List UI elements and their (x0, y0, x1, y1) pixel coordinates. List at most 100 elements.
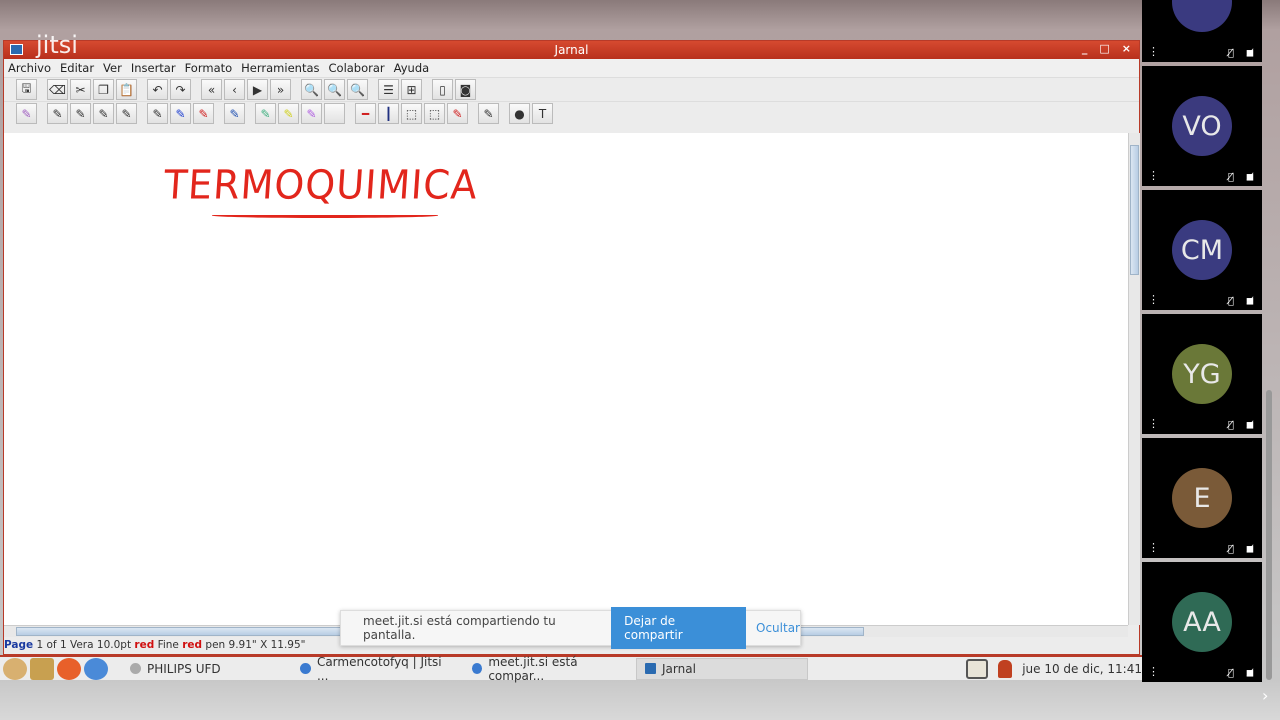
launcher-icon[interactable] (3, 657, 27, 680)
participant-tile[interactable]: AA ⋮ 🎙̸ ◼̸ (1142, 562, 1262, 682)
title-bar: jitsi Jarnal _ □ × (4, 31, 1139, 59)
participant-tile[interactable]: CM ⋮ 🎙̸ ◼̸ (1142, 190, 1262, 310)
pen-thick-icon[interactable]: ✎ (93, 103, 114, 124)
more-options-icon[interactable]: ⋮ (1148, 541, 1159, 554)
stop-sharing-button[interactable]: Dejar de compartir (611, 607, 747, 649)
participant-tile[interactable]: YG ⋮ 🎙̸ ◼̸ (1142, 314, 1262, 434)
pen-heavy-icon[interactable]: ✎ (116, 103, 137, 124)
redo-icon[interactable]: ↷ (170, 79, 191, 100)
camera-off-icon: ◼̸ (1245, 544, 1254, 555)
highlighter-yellow-icon[interactable]: ✎ (278, 103, 299, 124)
save-icon[interactable]: 🖫 (16, 79, 37, 100)
volume-icon[interactable] (998, 659, 1013, 678)
task-philips-ufd[interactable]: PHILIPS UFD (122, 658, 292, 680)
pen-thin-icon[interactable]: ✎ (47, 103, 68, 124)
task-jarnal[interactable]: Jarnal (636, 657, 808, 680)
zoom-in-icon[interactable]: 🔍 (324, 79, 345, 100)
mic-muted-icon: 🎙̸ (1227, 420, 1234, 431)
task-meet-share[interactable]: meet.jit.si está compar... (464, 654, 636, 683)
menu-editar[interactable]: Editar (60, 61, 94, 75)
paste-icon[interactable]: 📋 (116, 79, 137, 100)
minimize-button[interactable]: _ (1082, 42, 1088, 55)
mic-muted-icon: 🎙̸ (1227, 668, 1234, 679)
menu-herramientas[interactable]: Herramientas (241, 61, 319, 75)
more-options-icon[interactable]: ⋮ (1148, 45, 1159, 58)
select-region-icon[interactable]: ⬚ (424, 103, 445, 124)
handwriting-underline (212, 213, 438, 218)
tiles-scrollbar[interactable] (1266, 390, 1272, 680)
next-arrow-icon[interactable]: › (1262, 686, 1268, 705)
pen-medium-icon[interactable]: ✎ (70, 103, 91, 124)
clock[interactable]: jue 10 de dic, 11:41 (1022, 662, 1142, 676)
vertical-scrollbar[interactable] (1128, 133, 1140, 625)
next-page-icon[interactable]: ▶ (247, 79, 268, 100)
zoom-icon[interactable]: 🔍 (301, 79, 322, 100)
maximize-button[interactable]: □ (1099, 42, 1109, 55)
pen-blue-icon[interactable]: ✎ (170, 103, 191, 124)
more-options-icon[interactable]: ⋮ (1148, 293, 1159, 306)
pointer-pen-icon[interactable]: ✎ (447, 103, 468, 124)
copy-icon[interactable]: ❐ (93, 79, 114, 100)
vertical-line-icon[interactable]: ┃ (378, 103, 399, 124)
toolbar-main: 🖫 ⌫ ✂ ❐ 📋 ↶ ↷ «‹ ▶» 🔍 🔍 🔍 ☰ ⊞ ▯ ◙ (4, 77, 1139, 101)
status-color: red (134, 639, 155, 651)
handwriting-text: TERMOQUIMICA (162, 161, 480, 209)
close-button[interactable]: × (1122, 42, 1131, 55)
first-page-icon[interactable]: « (201, 79, 222, 100)
network-icon[interactable] (966, 658, 989, 679)
screen-share-notification: meet.jit.si está compartiendo tu pantall… (340, 607, 801, 649)
notes-app-icon[interactable] (30, 657, 54, 680)
participant-tile[interactable]: E ⋮ 🎙̸ ◼̸ (1142, 438, 1262, 558)
pen-icon[interactable]: ✎ (16, 103, 37, 124)
task-label: meet.jit.si está compar... (488, 654, 578, 683)
participant-tile[interactable]: VO ⋮ 🎙̸ ◼̸ (1142, 66, 1262, 186)
task-label: PHILIPS UFD (147, 661, 221, 676)
background-icon[interactable]: ◙ (455, 79, 476, 100)
horizontal-line-icon[interactable]: ━ (355, 103, 376, 124)
menu-formato[interactable]: Formato (185, 61, 233, 75)
task-label: Carmencotofyq | Jitsi ... (316, 654, 442, 683)
eraser-icon[interactable]: ⌫ (47, 79, 68, 100)
browser-icon (300, 663, 311, 674)
chromium-icon[interactable] (84, 657, 108, 680)
zoom-out-icon[interactable]: 🔍 (347, 79, 368, 100)
more-options-icon[interactable]: ⋮ (1148, 417, 1159, 430)
more-options-icon[interactable]: ⋮ (1148, 169, 1159, 182)
cut-icon[interactable]: ✂ (70, 79, 91, 100)
multi-page-icon[interactable]: ⊞ (401, 79, 422, 100)
image-icon[interactable]: ● (509, 103, 530, 124)
avatar: AA (1172, 592, 1232, 652)
firefox-icon[interactable] (57, 657, 81, 680)
status-page: Page (4, 639, 34, 651)
prev-page-icon[interactable]: ‹ (224, 79, 245, 100)
share-message: meet.jit.si está compartiendo tu pantall… (363, 614, 556, 642)
task-jitsi[interactable]: Carmencotofyq | Jitsi ... (292, 654, 464, 683)
menu-insertar[interactable]: Insertar (131, 61, 176, 75)
pen-black-icon[interactable]: ✎ (147, 103, 168, 124)
vertical-scroll-thumb[interactable] (1130, 145, 1139, 275)
drive-icon (130, 663, 141, 674)
white-icon[interactable] (324, 103, 345, 124)
new-page-icon[interactable]: ▯ (432, 79, 453, 100)
undo-icon[interactable]: ↶ (147, 79, 168, 100)
participant-tile[interactable]: ⋮ 🎙̸ ◼̸ (1142, 0, 1262, 62)
hide-button[interactable]: Ocultar (756, 621, 800, 635)
menu-archivo[interactable]: Archivo (8, 61, 51, 75)
highlighter-purple-icon[interactable]: ✎ (301, 103, 322, 124)
browser-icon (472, 663, 483, 674)
single-page-icon[interactable]: ☰ (378, 79, 399, 100)
more-options-icon[interactable]: ⋮ (1148, 665, 1159, 678)
menu-ayuda[interactable]: Ayuda (394, 61, 430, 75)
highlighter-green-icon[interactable]: ✎ (255, 103, 276, 124)
eraser-disabled-icon[interactable]: ✎ (478, 103, 499, 124)
select-icon[interactable]: ⬚ (401, 103, 422, 124)
menu-ver[interactable]: Ver (103, 61, 122, 75)
avatar (1172, 0, 1232, 32)
pen-color-icon[interactable]: ✎ (224, 103, 245, 124)
pen-red-icon[interactable]: ✎ (193, 103, 214, 124)
drawing-canvas[interactable]: TERMOQUIMICA (4, 133, 1128, 625)
menu-colaborar[interactable]: Colaborar (329, 61, 385, 75)
avatar: YG (1172, 344, 1232, 404)
text-icon[interactable]: T (532, 103, 553, 124)
last-page-icon[interactable]: » (270, 79, 291, 100)
